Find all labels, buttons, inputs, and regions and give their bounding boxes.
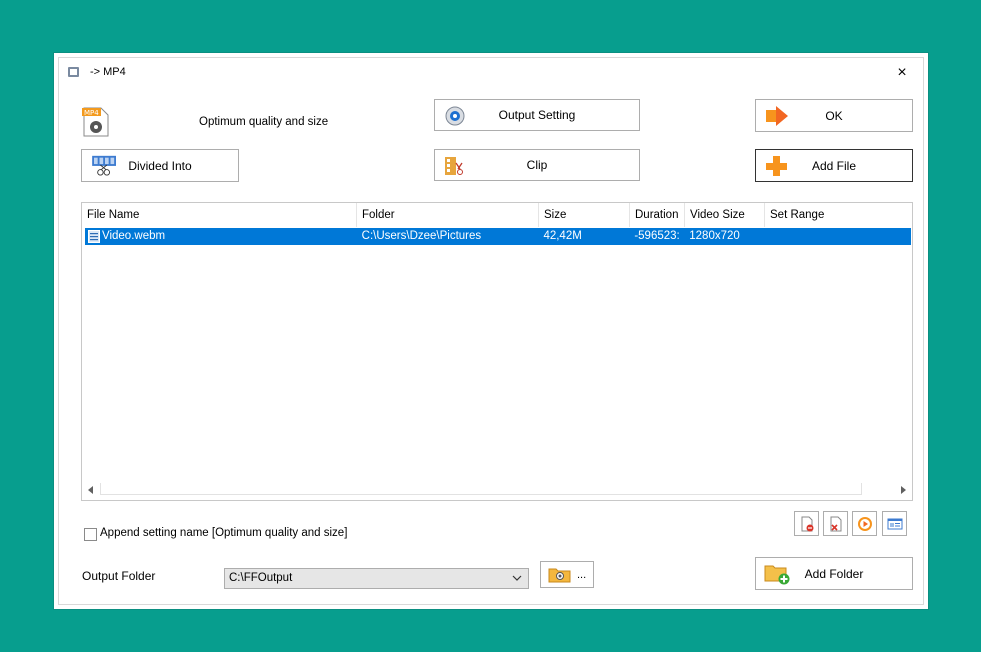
- chevron-down-icon: [512, 575, 522, 581]
- append-setting-checkbox[interactable]: [84, 528, 97, 541]
- delete-icon: [830, 516, 842, 532]
- output-setting-label: Output Setting: [498, 108, 576, 122]
- ok-button[interactable]: OK: [755, 99, 913, 132]
- folder-browse-icon: [548, 568, 571, 583]
- browse-folder-button[interactable]: ...: [540, 561, 594, 588]
- divided-into-button[interactable]: Divided Into: [81, 149, 239, 182]
- close-button[interactable]: ×: [893, 64, 911, 82]
- column-folder[interactable]: Folder: [357, 203, 539, 227]
- cell-video-size: 1280x720: [689, 230, 740, 242]
- svg-text:MP4: MP4: [84, 109, 99, 117]
- window-title: -> MP4: [90, 66, 126, 78]
- add-file-button[interactable]: Add File: [755, 149, 913, 182]
- output-folder-value: C:\FFOutput: [229, 572, 293, 584]
- divided-into-label: Divided Into: [128, 158, 192, 173]
- clip-button[interactable]: Clip: [434, 149, 640, 181]
- play-button[interactable]: [852, 511, 877, 536]
- list-header: File Name Folder Size Duration Video Siz…: [82, 203, 912, 227]
- info-button[interactable]: [882, 511, 907, 536]
- video-file-icon: [88, 230, 100, 243]
- cell-file-name: Video.webm: [85, 228, 357, 245]
- mp4-file-icon: MP4: [82, 107, 109, 137]
- ok-label: OK: [825, 108, 843, 123]
- cell-duration: -596523:: [634, 230, 680, 242]
- append-setting-label: Append setting name [Optimum quality and…: [100, 527, 348, 539]
- browse-dots: ...: [577, 569, 587, 581]
- quality-label: Optimum quality and size: [199, 116, 329, 128]
- delete-button[interactable]: [823, 511, 848, 536]
- horizontal-scrollbar[interactable]: [82, 483, 912, 500]
- converter-window: -> MP4 × MP4 Optimum quality and size Ou…: [54, 53, 928, 609]
- output-folder-select[interactable]: C:\FFOutput: [224, 568, 529, 589]
- cell-size: 42,42M: [543, 230, 582, 242]
- add-file-label: Add File: [811, 158, 857, 173]
- column-video-size[interactable]: Video Size: [685, 203, 765, 227]
- column-file-name[interactable]: File Name: [82, 203, 357, 227]
- column-set-range[interactable]: Set Range: [765, 203, 912, 227]
- file-name-text: Video.webm: [102, 230, 166, 242]
- output-setting-button[interactable]: Output Setting: [434, 99, 640, 131]
- table-row[interactable]: Video.webm C:\Users\Dzee\Pictures 42,42M…: [85, 228, 911, 245]
- scroll-thumb[interactable]: [100, 483, 862, 495]
- app-icon: [68, 67, 79, 77]
- add-folder-button[interactable]: Add Folder: [755, 557, 913, 590]
- column-size[interactable]: Size: [539, 203, 630, 227]
- window-body: -> MP4 × MP4 Optimum quality and size Ou…: [58, 57, 924, 605]
- column-duration[interactable]: Duration: [630, 203, 685, 227]
- remove-file-button[interactable]: [794, 511, 819, 536]
- cell-folder: C:\Users\Dzee\Pictures: [361, 230, 482, 242]
- output-folder-label: Output Folder: [82, 569, 156, 583]
- play-icon: [858, 517, 872, 531]
- title-bar: -> MP4 ×: [59, 58, 923, 88]
- remove-file-icon: [801, 516, 814, 532]
- scroll-right-icon[interactable]: [901, 486, 906, 494]
- scroll-left-icon[interactable]: [88, 486, 93, 494]
- add-folder-label: Add Folder: [804, 566, 864, 581]
- file-list[interactable]: File Name Folder Size Duration Video Siz…: [81, 202, 913, 501]
- info-icon: [887, 518, 903, 530]
- clip-label: Clip: [526, 158, 548, 172]
- cell-set-range: [764, 228, 911, 245]
